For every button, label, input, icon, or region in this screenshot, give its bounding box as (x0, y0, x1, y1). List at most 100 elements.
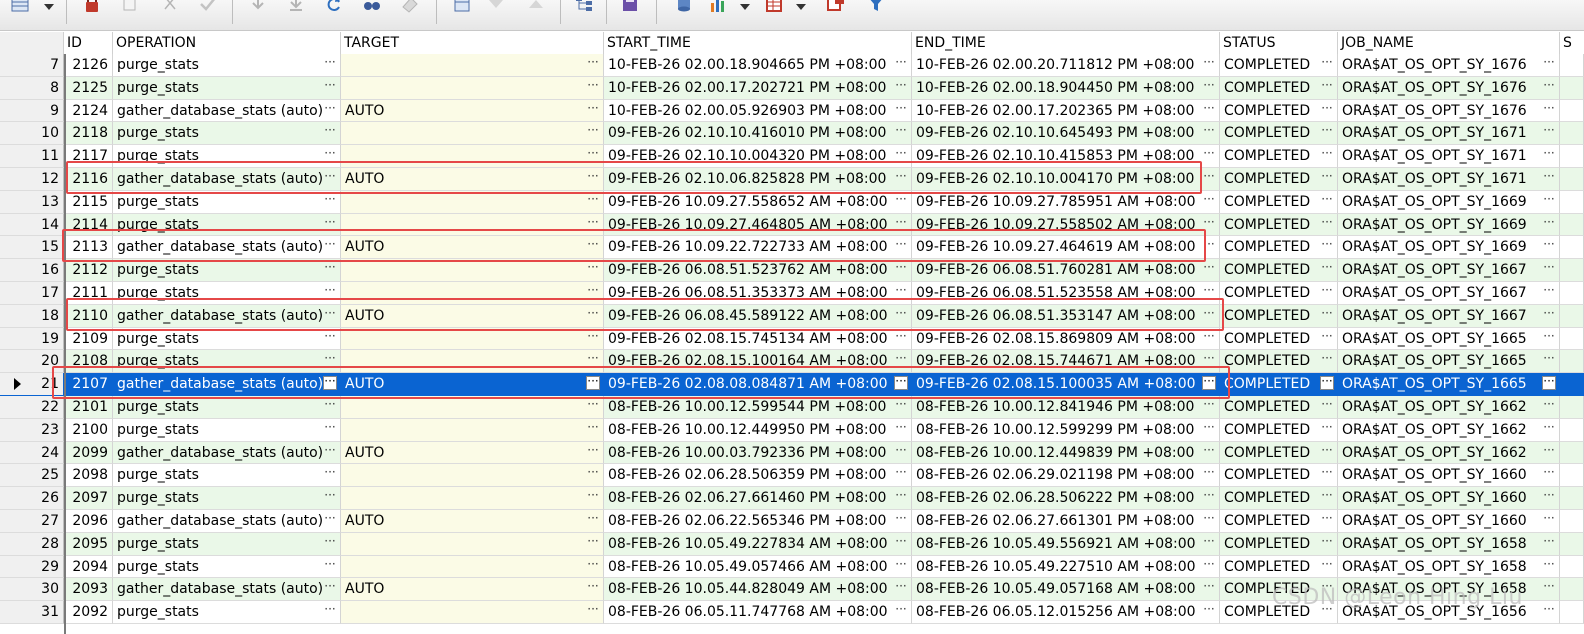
eraser-icon[interactable] (398, 0, 422, 16)
cell-ellipsis-button[interactable]: ··· (323, 56, 337, 71)
cell-ellipsis-button[interactable]: ··· (586, 535, 600, 550)
cell-ellipsis-button[interactable]: ··· (894, 535, 908, 550)
cell-id[interactable]: 2110 (64, 304, 113, 328)
cell-ellipsis-button[interactable]: ··· (586, 238, 600, 253)
cell-ellipsis-button[interactable]: ··· (894, 466, 908, 481)
cell-start-time[interactable]: 09-FEB-26 02.10.10.004320 PM +08:00 (604, 145, 912, 168)
cell-more[interactable] (1560, 54, 1584, 77)
cell-target[interactable]: AUTO (341, 373, 604, 396)
cell-job-name[interactable]: ORA$AT_OS_OPT_SY_1658 (1338, 555, 1560, 579)
cell-more[interactable] (1560, 510, 1584, 533)
cell-operation[interactable]: purge_stats (113, 532, 341, 556)
cell-more[interactable] (1560, 99, 1584, 123)
cell-ellipsis-button[interactable]: ··· (1320, 444, 1334, 459)
cell-end-time[interactable]: 09-FEB-26 06.08.51.523558 AM +08:00 (912, 282, 1220, 305)
cell-more[interactable] (1560, 122, 1584, 146)
cell-ellipsis-button[interactable]: ··· (586, 216, 600, 231)
cell-ellipsis-button[interactable]: ··· (1542, 261, 1556, 276)
cell-ellipsis-button[interactable]: ··· (894, 102, 908, 117)
binoculars-icon[interactable] (360, 0, 384, 16)
cell-ellipsis-button[interactable]: ··· (1542, 170, 1556, 185)
cell-ellipsis-button[interactable]: ··· (1542, 56, 1556, 71)
table-row[interactable]: 9 2124 gather_database_stats (auto) ··· AUTO… (0, 99, 1584, 123)
cell-more[interactable] (1560, 578, 1584, 602)
cell-operation[interactable]: purge_stats (113, 54, 341, 77)
cell-id[interactable]: 2118 (64, 122, 113, 146)
cell-rn[interactable]: 23 (0, 418, 64, 442)
cell-ellipsis-button[interactable]: ··· (1202, 147, 1216, 162)
cell-rn[interactable]: 19 (0, 327, 64, 351)
cell-ellipsis-button[interactable]: ··· (1542, 147, 1556, 162)
cell-rn[interactable]: 14 (0, 213, 64, 237)
cell-operation[interactable]: purge_stats (113, 327, 341, 351)
database-icon[interactable] (672, 0, 696, 16)
cell-ellipsis-button[interactable]: ··· (586, 284, 600, 299)
cell-operation[interactable]: gather_database_stats (auto) (113, 304, 341, 328)
header-status[interactable]: STATUS (1220, 32, 1338, 54)
save-icon[interactable] (618, 0, 642, 16)
cell-target[interactable]: AUTO (341, 441, 604, 465)
cell-rn[interactable]: 15 (0, 236, 64, 260)
cell-job-name[interactable]: ORA$AT_OS_OPT_SY_1660 (1338, 487, 1560, 510)
cell-target[interactable]: AUTO (341, 304, 604, 328)
cell-ellipsis-button[interactable]: ··· (1202, 79, 1216, 94)
cell-start-time[interactable]: 09-FEB-26 06.08.51.353373 AM +08:00 (604, 282, 912, 305)
cell-ellipsis-button[interactable]: ··· (323, 421, 337, 436)
cell-ellipsis-button[interactable]: ··· (894, 398, 908, 413)
cell-ellipsis-button[interactable]: ··· (586, 307, 600, 322)
cell-more[interactable] (1560, 418, 1584, 442)
cell-operation[interactable]: purge_stats (113, 396, 341, 419)
header-end-time[interactable]: END_TIME (912, 32, 1220, 54)
cell-ellipsis-button[interactable]: ··· (586, 330, 600, 345)
cell-start-time[interactable]: 08-FEB-26 10.00.03.792336 PM +08:00 (604, 441, 912, 465)
cell-id[interactable]: 2094 (64, 555, 113, 579)
cell-ellipsis-button[interactable]: ··· (323, 102, 337, 117)
table-row[interactable]: 21 2107 gather_database_stats (auto) ··· AUT… (0, 373, 1584, 396)
cell-ellipsis-button[interactable]: ··· (894, 170, 908, 185)
cell-ellipsis-button[interactable]: ··· (1542, 444, 1556, 459)
cell-ellipsis-button[interactable]: ··· (586, 466, 600, 481)
cell-end-time[interactable]: 09-FEB-26 02.08.15.744671 AM +08:00 (912, 350, 1220, 374)
cell-more[interactable] (1560, 555, 1584, 579)
cell-target[interactable] (341, 76, 604, 100)
cell-ellipsis-button[interactable]: ··· (586, 170, 600, 185)
header-id[interactable]: ID (64, 32, 113, 54)
cell-ellipsis-button[interactable]: ··· (1202, 102, 1216, 117)
cell-ellipsis-button[interactable]: ··· (894, 580, 908, 595)
cell-id[interactable]: 2126 (64, 54, 113, 77)
cell-ellipsis-button[interactable]: ··· (1542, 466, 1556, 481)
cell-ellipsis-button[interactable]: ··· (586, 421, 600, 436)
cell-ellipsis-button[interactable]: ··· (1542, 421, 1556, 436)
table-row[interactable]: 17 2111 purge_stats ··· ··· 09-FEB-26 06.08.5… (0, 282, 1584, 305)
cell-operation[interactable]: gather_database_stats (auto) (113, 578, 341, 602)
cell-more[interactable] (1560, 601, 1584, 624)
cell-target[interactable]: AUTO (341, 168, 604, 191)
cell-target[interactable] (341, 532, 604, 556)
header-job-name[interactable]: JOB_NAME (1338, 32, 1560, 54)
cell-ellipsis-button[interactable]: ··· (1320, 56, 1334, 71)
table-row[interactable]: 28 2095 purge_stats ··· ··· 08-FEB-26 10.05.4… (0, 532, 1584, 556)
cell-job-name[interactable]: ORA$AT_OS_OPT_SY_1676 (1338, 76, 1560, 100)
cell-ellipsis-button[interactable]: ··· (894, 558, 908, 573)
cell-job-name[interactable]: ORA$AT_OS_OPT_SY_1671 (1338, 145, 1560, 168)
cell-ellipsis-button[interactable]: ··· (1202, 238, 1216, 253)
cell-ellipsis-button[interactable]: ··· (1542, 284, 1556, 299)
cell-rn[interactable]: 24 (0, 441, 64, 465)
cell-ellipsis-button[interactable]: ··· (894, 147, 908, 162)
cell-job-name[interactable]: ORA$AT_OS_OPT_SY_1665 (1338, 327, 1560, 351)
cell-ellipsis-button[interactable]: ··· (1542, 193, 1556, 208)
cell-target[interactable] (341, 327, 604, 351)
cell-ellipsis-button[interactable]: ··· (894, 421, 908, 436)
arrow-down-icon[interactable] (246, 0, 270, 16)
cell-ellipsis-button[interactable]: ··· (1320, 375, 1334, 391)
cell-job-name[interactable]: ORA$AT_OS_OPT_SY_1662 (1338, 418, 1560, 442)
cell-end-time[interactable]: 09-FEB-26 10.09.27.464619 AM +08:00 (912, 236, 1220, 260)
cell-ellipsis-button[interactable]: ··· (323, 307, 337, 322)
cell-ellipsis-button[interactable]: ··· (323, 284, 337, 299)
cell-id[interactable]: 2093 (64, 578, 113, 602)
cell-ellipsis-button[interactable]: ··· (1542, 102, 1556, 117)
table-row[interactable]: 18 2110 gather_database_stats (auto) ··· AUT… (0, 304, 1584, 328)
cell-ellipsis-button[interactable]: ··· (1320, 284, 1334, 299)
cell-id[interactable]: 2096 (64, 510, 113, 533)
header-operation[interactable]: OPERATION (113, 32, 341, 54)
